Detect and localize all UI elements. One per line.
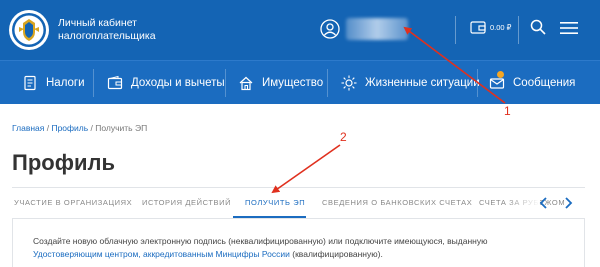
balance-amount[interactable]: 0.00 ₽ xyxy=(490,23,511,32)
fns-emblem-icon[interactable] xyxy=(8,8,50,52)
messages-badge xyxy=(497,71,504,78)
main-navigation: Налоги Доходы и вычеты Имущество Жизненн… xyxy=(0,60,600,104)
nav-label: Доходы и вычеты xyxy=(131,77,225,89)
envelope-icon xyxy=(489,78,505,89)
certification-center-link[interactable]: Удостоверяющим центром, аккредитованным … xyxy=(33,249,290,259)
tab-bank-accounts[interactable]: СВЕДЕНИЯ О БАНКОВСКИХ СЧЕТАХ xyxy=(322,188,472,218)
header-divider xyxy=(518,16,519,44)
nav-divider xyxy=(327,69,328,97)
breadcrumb-home[interactable]: Главная xyxy=(12,123,44,133)
house-icon xyxy=(239,76,253,91)
top-header: Личный кабинет налогоплательщика 0.00 ₽ xyxy=(0,0,600,60)
brand-line-2: налогоплательщика xyxy=(58,30,156,42)
nav-divider xyxy=(93,69,94,97)
tabs-fade xyxy=(505,189,540,217)
nav-divider xyxy=(477,69,478,97)
nav-divider xyxy=(225,69,226,97)
user-icon[interactable] xyxy=(320,19,340,39)
wallet-icon[interactable] xyxy=(470,20,486,35)
tab-organizations[interactable]: УЧАСТИЕ В ОРГАНИЗАЦИЯХ xyxy=(14,188,132,218)
annotation-number-1: 1 xyxy=(504,104,511,118)
search-icon[interactable] xyxy=(530,19,546,35)
hamburger-menu-icon[interactable] xyxy=(560,21,578,35)
description-text: Создайте новую облачную электронную подп… xyxy=(33,236,488,246)
tab-get-signature[interactable]: ПОЛУЧИТЬ ЭП xyxy=(245,188,305,218)
nav-item-property[interactable]: Имущество xyxy=(238,61,323,105)
nav-label: Жизненные ситуации xyxy=(365,77,480,89)
document-icon xyxy=(24,75,36,91)
breadcrumb: Главная / Профиль / Получить ЭП xyxy=(12,123,147,133)
user-name-blurred[interactable] xyxy=(346,18,408,40)
signature-description: Создайте новую облачную электронную подп… xyxy=(33,235,553,261)
brand-title[interactable]: Личный кабинет налогоплательщика xyxy=(58,17,156,43)
sun-icon xyxy=(341,75,357,91)
chevron-right-icon[interactable] xyxy=(562,196,574,210)
nav-label: Имущество xyxy=(262,77,324,89)
nav-item-life-situations[interactable]: Жизненные ситуации xyxy=(341,61,480,105)
nav-item-messages[interactable]: Сообщения xyxy=(489,61,575,105)
page-title: Профиль xyxy=(12,150,115,175)
description-text-end: (квалифицированную). xyxy=(289,249,383,259)
chevron-left-icon[interactable] xyxy=(538,196,550,210)
nav-item-taxes[interactable]: Налоги xyxy=(22,61,85,105)
nav-label: Налоги xyxy=(46,77,85,89)
nav-item-income[interactable]: Доходы и вычеты xyxy=(107,61,225,105)
annotation-number-2: 2 xyxy=(340,130,347,144)
wallet-icon xyxy=(107,75,123,90)
brand-line-1: Личный кабинет xyxy=(58,17,137,29)
header-divider xyxy=(455,16,456,44)
nav-label: Сообщения xyxy=(513,77,576,89)
annotation-arrow-2 xyxy=(271,144,341,194)
breadcrumb-current: Получить ЭП xyxy=(95,123,148,133)
tab-action-history[interactable]: ИСТОРИЯ ДЕЙСТВИЙ xyxy=(142,188,231,218)
breadcrumb-profile[interactable]: Профиль xyxy=(51,123,88,133)
